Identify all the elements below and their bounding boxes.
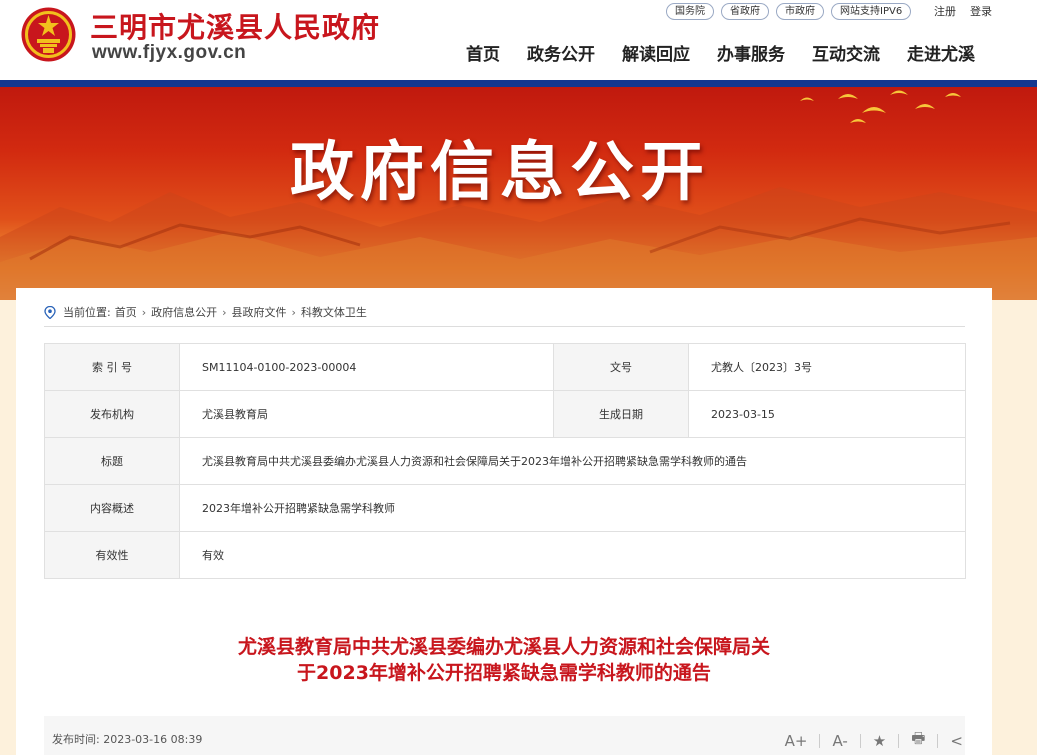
breadcrumb-county-docs[interactable]: 县政府文件	[232, 304, 287, 320]
share-icon[interactable]: <	[950, 732, 963, 750]
tool-divider	[859, 733, 861, 748]
article-title-line2: 于2023年增补公开招聘紧缺急需学科教师的通告	[297, 662, 711, 684]
nav-about-youxi[interactable]: 走进尤溪	[907, 40, 975, 65]
register-link[interactable]: 注册	[934, 3, 956, 19]
top-link-province[interactable]: 省政府	[721, 3, 769, 20]
top-link-state-council[interactable]: 国务院	[666, 3, 714, 20]
top-links: 国务院 省政府 市政府 网站支持IPV6	[666, 3, 912, 20]
tool-divider	[819, 733, 821, 748]
birds-decoration	[800, 90, 961, 123]
table-row: 有效性 有效	[44, 531, 966, 579]
validity-value: 有效	[179, 531, 966, 579]
docno-value: 尤教人〔2023〕3号	[688, 343, 966, 391]
table-row: 发布机构 尤溪县教育局 生成日期 2023-03-15	[44, 390, 966, 438]
banner-title: 政府信息公开	[290, 136, 710, 210]
nav-services[interactable]: 办事服务	[717, 40, 785, 65]
validity-label: 有效性	[44, 531, 180, 579]
chevron-right-icon: ›	[222, 305, 227, 319]
top-link-city[interactable]: 市政府	[776, 3, 824, 20]
font-decrease-icon[interactable]: A-	[832, 732, 847, 750]
title-value: 尤溪县教育局中共尤溪县委编办尤溪县人力资源和社会保障局关于2023年增补公开招聘…	[179, 437, 966, 485]
ipv6-badge: 网站支持IPV6	[831, 3, 912, 20]
chevron-right-icon: ›	[141, 305, 147, 319]
article-tools: A+ A- ★ 🖶 <	[785, 728, 965, 753]
header-divider-bar	[0, 80, 1037, 87]
nav-home[interactable]: 首页	[466, 40, 500, 65]
index-label: 索 引 号	[44, 343, 180, 391]
national-emblem-logo[interactable]	[20, 6, 77, 63]
banner: 政府信息公开	[0, 87, 1037, 300]
tool-divider	[898, 733, 900, 748]
breadcrumb-home[interactable]: 首页	[115, 304, 137, 320]
doc-meta-table: 索 引 号 SM11104-0100-2023-00004 文号 尤教人〔202…	[44, 343, 966, 579]
nav-gov-affairs[interactable]: 政务公开	[527, 40, 595, 65]
summary-value: 2023年增补公开招聘紧缺急需学科教师	[179, 484, 966, 532]
nav-interaction[interactable]: 互动交流	[812, 40, 880, 65]
star-icon[interactable]: ★	[873, 732, 886, 750]
breadcrumb-category[interactable]: 科教文体卫生	[301, 304, 367, 320]
main-nav: 首页 政务公开 解读回应 办事服务 互动交流 走进尤溪	[466, 40, 975, 65]
date-label: 生成日期	[553, 390, 689, 438]
font-increase-icon[interactable]: A+	[785, 732, 808, 750]
article-title-line1: 尤溪县教育局中共尤溪县委编办尤溪县人力资源和社会保障局关	[237, 636, 770, 658]
index-value: SM11104-0100-2023-00004	[179, 343, 554, 391]
publish-time: 发布时间: 2023-03-16 08:39	[52, 733, 203, 746]
content-card: 当前位置: 首页 › 政府信息公开 › 县政府文件 › 科教文体卫生 索 引 号…	[16, 288, 992, 755]
tool-divider	[937, 733, 939, 748]
site-header: 三明市尤溪县人民政府 www.fjyx.gov.cn 国务院 省政府 市政府 网…	[0, 0, 1037, 87]
table-row: 索 引 号 SM11104-0100-2023-00004 文号 尤教人〔202…	[44, 343, 966, 391]
breadcrumb-divider	[44, 326, 965, 327]
nav-interpretation[interactable]: 解读回应	[622, 40, 690, 65]
login-link[interactable]: 登录	[970, 3, 992, 19]
date-value: 2023-03-15	[688, 390, 966, 438]
title-label: 标题	[44, 437, 180, 485]
print-icon[interactable]: 🖶	[911, 728, 925, 753]
publish-info-bar: 发布时间: 2023-03-16 08:39 A+ A- ★ 🖶 <	[44, 716, 965, 755]
summary-label: 内容概述	[44, 484, 180, 532]
breadcrumb-gov-info[interactable]: 政府信息公开	[151, 304, 217, 320]
site-name[interactable]: 三明市尤溪县人民政府	[90, 6, 380, 46]
table-row: 内容概述 2023年增补公开招聘紧缺急需学科教师	[44, 484, 966, 532]
site-domain: www.fjyx.gov.cn	[92, 42, 247, 63]
docno-label: 文号	[553, 343, 689, 391]
breadcrumb-prefix: 当前位置:	[63, 306, 111, 319]
article-title: 尤溪县教育局中共尤溪县委编办尤溪县人力资源和社会保障局关 于2023年增补公开招…	[16, 634, 992, 686]
location-icon	[44, 305, 56, 319]
breadcrumb: 当前位置: 首页 › 政府信息公开 › 县政府文件 › 科教文体卫生	[44, 304, 367, 320]
org-value: 尤溪县教育局	[179, 390, 554, 438]
table-row: 标题 尤溪县教育局中共尤溪县委编办尤溪县人力资源和社会保障局关于2023年增补公…	[44, 437, 966, 485]
chevron-right-icon: ›	[291, 305, 296, 319]
org-label: 发布机构	[44, 390, 180, 438]
